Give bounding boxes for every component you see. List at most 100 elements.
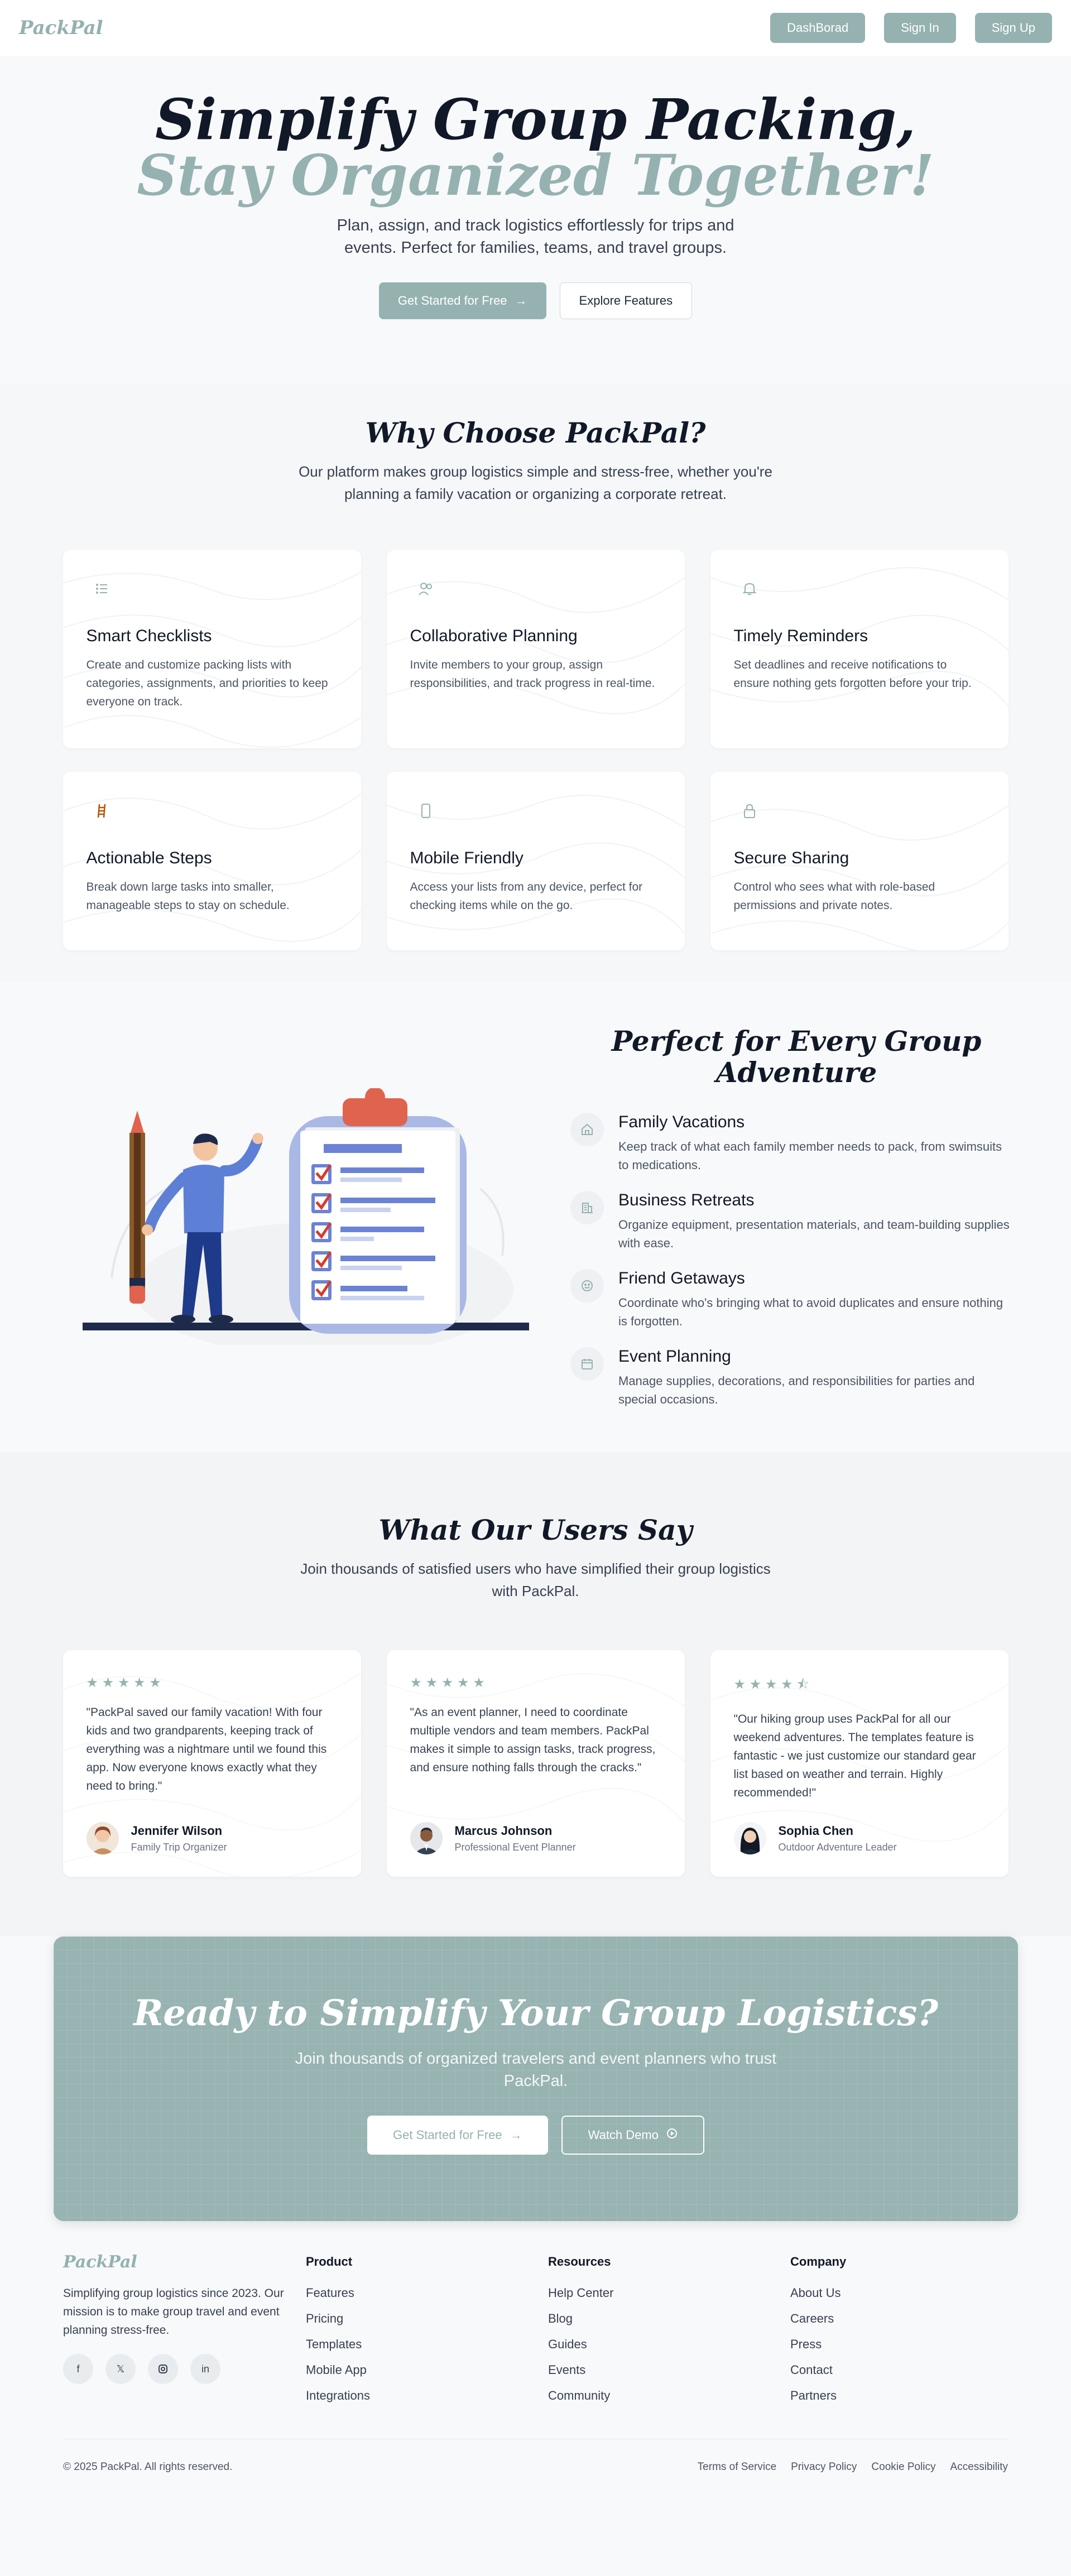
testimonial-card: ★ ★ ★ ★ ★ "As an event planner, I need t…: [386, 1650, 685, 1877]
x-icon[interactable]: 𝕏: [105, 2354, 136, 2384]
dashboard-button[interactable]: DashBorad: [770, 13, 866, 43]
hero-title: Simplify Group Packing, Stay Organized T…: [0, 92, 1071, 203]
building-icon: [570, 1191, 604, 1224]
testimonial-author: Jennifer Wilson Family Trip Organizer: [86, 1822, 227, 1854]
ladder-icon: [87, 795, 118, 826]
explore-features-button[interactable]: Explore Features: [559, 282, 693, 319]
avatar: [733, 1822, 766, 1854]
feature-title: Timely Reminders: [733, 627, 868, 645]
bell-icon: [734, 573, 765, 604]
cta-title: Ready to Simplify Your Group Logistics?: [133, 1992, 938, 2034]
list-icon: [87, 573, 118, 604]
testimonials-title: What Our Users Say: [378, 1513, 693, 1546]
footer-link[interactable]: Templates: [306, 2337, 370, 2352]
author-name: Sophia Chen: [778, 1823, 853, 1838]
footer-link[interactable]: Integrations: [306, 2388, 370, 2403]
footer-link[interactable]: Partners: [790, 2388, 846, 2403]
feature-title: Mobile Friendly: [410, 849, 524, 867]
privacy-link[interactable]: Privacy Policy: [791, 2461, 857, 2473]
cta-actions: Get Started for Free → Watch Demo: [54, 2116, 1018, 2155]
feature-desc: Set deadlines and receive notifications …: [733, 659, 972, 690]
footer-logo[interactable]: PackPal: [63, 2252, 286, 2272]
hero-actions: Get Started for Free → Explore Features: [0, 282, 1071, 319]
footer-link[interactable]: Community: [548, 2388, 613, 2403]
use-case-item: Event Planning Manage supplies, decoratio…: [570, 1347, 1011, 1409]
use-case-title: Event Planning: [618, 1347, 731, 1366]
use-case-desc: Keep track of what each family member ne…: [618, 1140, 1002, 1172]
use-cases-title: Perfect for Every Group Adventure: [611, 1025, 982, 1089]
feature-card: Smart Checklists Create and customize pa…: [63, 550, 361, 748]
arrow-right-icon: →: [510, 2128, 522, 2142]
terms-link[interactable]: Terms of Service: [698, 2461, 776, 2473]
watch-demo-label: Watch Demo: [588, 2128, 659, 2142]
feature-desc: Invite members to your group, assign res…: [410, 659, 655, 690]
use-case-item: Family Vacations Keep track of what each …: [570, 1113, 1011, 1174]
accessibility-link[interactable]: Accessibility: [950, 2461, 1008, 2473]
footer-resources-column: Resources Help Center Blog Guides Events…: [548, 2255, 613, 2403]
cta-get-started-label: Get Started for Free: [393, 2128, 502, 2142]
get-started-label: Get Started for Free: [397, 294, 507, 307]
cta-get-started-button[interactable]: Get Started for Free →: [367, 2116, 548, 2155]
testimonial-author: Marcus Johnson Professional Event Planner: [410, 1822, 576, 1854]
testimonials-section: What Our Users Say Join thousands of sat…: [0, 1452, 1071, 1936]
footer-link[interactable]: About Us: [790, 2286, 846, 2300]
use-case-title: Business Retreats: [618, 1191, 755, 1209]
cta-banner: Ready to Simplify Your Group Logistics? …: [54, 1936, 1018, 2221]
footer-link[interactable]: Press: [790, 2337, 846, 2352]
use-case-desc: Coordinate who's bringing what to avoid …: [618, 1296, 1003, 1328]
footer-link[interactable]: Blog: [548, 2311, 613, 2326]
footer-link[interactable]: Features: [306, 2286, 370, 2300]
use-case-title: Friend Getaways: [618, 1269, 745, 1287]
footer-about-text: Simplifying group logistics since 2023. …: [63, 2287, 284, 2337]
feature-desc: Control who sees what with role-based pe…: [733, 881, 935, 912]
feature-title: Secure Sharing: [733, 849, 849, 867]
footer-link[interactable]: Contact: [790, 2363, 846, 2377]
feature-card: Secure Sharing Control who sees what wit…: [710, 772, 1008, 950]
hero-subtitle: Plan, assign, and track logistics effort…: [337, 217, 734, 257]
calendar-icon: [570, 1347, 604, 1381]
instagram-icon[interactable]: [148, 2354, 178, 2384]
testimonial-quote: "Our hiking group uses PackPal for all o…: [733, 1713, 976, 1799]
testimonial-card: ★ ★ ★ ★ ★ "PackPal saved our family vaca…: [63, 1650, 361, 1877]
cookie-link[interactable]: Cookie Policy: [871, 2461, 935, 2473]
arrow-right-icon: →: [515, 294, 527, 307]
testimonial-quote: "As an event planner, I need to coordina…: [410, 1706, 656, 1774]
use-case-desc: Manage supplies, decorations, and respon…: [618, 1374, 975, 1406]
brand-logo[interactable]: PackPal: [19, 17, 103, 39]
footer-company-column: Company About Us Careers Press Contact P…: [790, 2255, 846, 2403]
author-role: Outdoor Adventure Leader: [778, 1841, 897, 1853]
footer-link[interactable]: Careers: [790, 2311, 846, 2326]
watch-demo-button[interactable]: Watch Demo: [561, 2116, 704, 2155]
testimonial-card: ★ ★ ★ ★ ⯪ "Our hiking group uses PackPal…: [710, 1650, 1008, 1877]
feature-card: Mobile Friendly Access your lists from a…: [386, 772, 685, 950]
footer-link[interactable]: Events: [548, 2363, 613, 2377]
feature-card: Timely Reminders Set deadlines and recei…: [710, 550, 1008, 748]
footer-link[interactable]: Guides: [548, 2337, 613, 2352]
top-navbar: PackPal DashBorad Sign In Sign Up: [0, 0, 1071, 56]
get-started-button[interactable]: Get Started for Free →: [378, 282, 546, 319]
sign-up-button[interactable]: Sign Up: [974, 13, 1052, 43]
testimonial-quote: "PackPal saved our family vacation! With…: [86, 1706, 327, 1792]
checklist-illustration: [83, 1088, 529, 1345]
play-icon: [666, 2128, 678, 2142]
feature-desc: Break down large tasks into smaller, man…: [86, 881, 290, 912]
feature-title: Smart Checklists: [86, 627, 212, 645]
feature-title: Collaborative Planning: [410, 627, 578, 645]
footer-link[interactable]: Help Center: [548, 2286, 613, 2300]
sign-in-button[interactable]: Sign In: [884, 13, 956, 43]
footer: PackPal Simplifying group logistics sinc…: [0, 2252, 1071, 2576]
use-cases-section: Perfect for Every Group Adventure Family…: [0, 982, 1071, 1452]
hero-title-line2: Stay Organized Together!: [137, 142, 934, 208]
lock-icon: [734, 795, 765, 826]
use-case-desc: Organize equipment, presentation materia…: [618, 1218, 1010, 1250]
footer-link[interactable]: Pricing: [306, 2311, 370, 2326]
facebook-icon[interactable]: f: [63, 2354, 93, 2384]
smile-icon: [570, 1269, 604, 1303]
linkedin-icon[interactable]: in: [190, 2354, 220, 2384]
avatar: [86, 1822, 119, 1854]
footer-link[interactable]: Mobile App: [306, 2363, 370, 2377]
footer-column-title: Resources: [548, 2255, 611, 2269]
users-icon: [410, 573, 441, 604]
avatar: [410, 1822, 443, 1854]
star-rating: ★ ★ ★ ★ ★: [410, 1675, 485, 1690]
